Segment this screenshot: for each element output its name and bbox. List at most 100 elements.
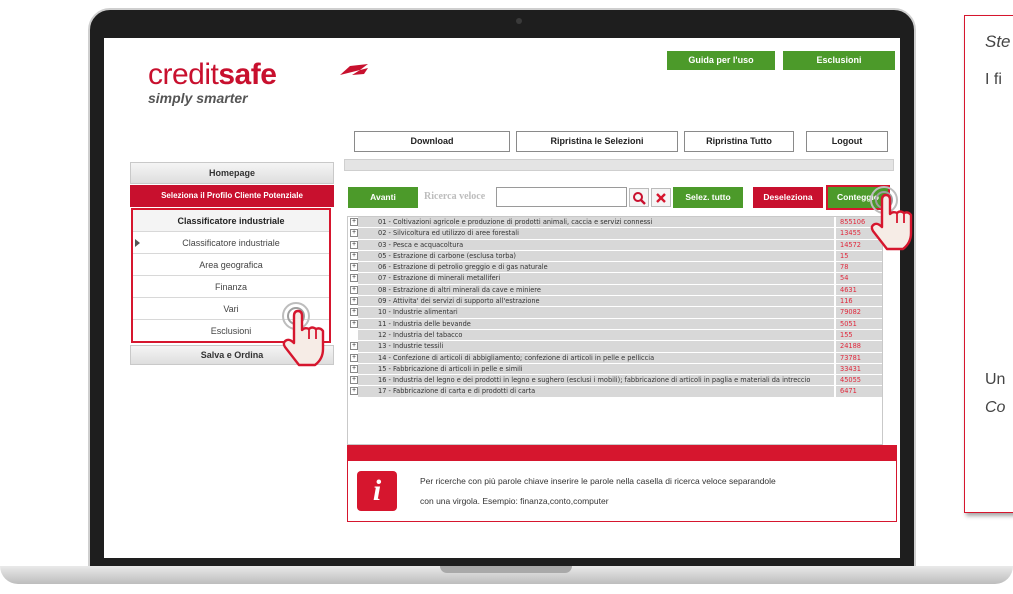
- pointer-hand-icon: [870, 186, 913, 251]
- row-count: 45055: [836, 375, 882, 386]
- callout-title: Ste: [985, 32, 1011, 51]
- row-count: 155: [836, 329, 882, 341]
- expand-icon[interactable]: +: [350, 319, 358, 328]
- expand-icon[interactable]: +: [350, 274, 358, 283]
- expand-icon[interactable]: +: [350, 342, 358, 351]
- table-row[interactable]: +13 - Industrie tessili 24188: [348, 341, 882, 353]
- table-row[interactable]: +11 - Industria delle bevande 5051: [348, 318, 882, 330]
- callout-text-2: Un: [985, 371, 1006, 388]
- table-row[interactable]: +09 - Attivita' dei servizi di supporto …: [348, 296, 882, 308]
- header-divider: [344, 159, 894, 171]
- exclusions-button[interactable]: Esclusioni: [783, 51, 895, 70]
- row-count: 4631: [836, 284, 882, 296]
- instruction-callout: Ste I fi Un Co: [964, 15, 1013, 513]
- logo-tagline: simply smarter: [148, 90, 248, 106]
- info-text-line2: con una virgola. Esempio: finanza,conto,…: [420, 496, 609, 506]
- clear-search-button[interactable]: [651, 188, 671, 207]
- laptop-notch: [440, 566, 572, 573]
- callout-text-1: I fi: [985, 71, 1002, 88]
- laptop-camera: [516, 18, 522, 24]
- row-label: 03 - Pesca e acquacoltura: [378, 240, 464, 249]
- sidebar-item-industrial-classifier[interactable]: Classificatore industriale: [133, 232, 329, 254]
- row-label: 10 - Industrie alimentari: [378, 308, 458, 317]
- row-count: 24188: [836, 341, 882, 352]
- close-icon: [656, 193, 666, 203]
- row-label: 08 - Estrazione di altri minerali da cav…: [378, 285, 541, 294]
- row-label: 09 - Attivita' dei servizi di supporto a…: [378, 297, 540, 306]
- expand-icon[interactable]: +: [350, 285, 358, 294]
- row-label: 07 - Estrazione di minerali metalliferi: [378, 274, 501, 283]
- row-label: 15 - Fabbricazione di articoli in pelle …: [378, 364, 523, 373]
- logo-wordmark: creditsafe: [148, 58, 277, 92]
- sidebar-homepage[interactable]: Homepage: [130, 162, 334, 184]
- download-button[interactable]: Download: [354, 131, 510, 152]
- reset-selections-button[interactable]: Ripristina le Selezioni: [516, 131, 678, 152]
- row-count: 78: [836, 262, 882, 273]
- info-box: i Per ricerche con più parole chiave ins…: [347, 460, 897, 522]
- row-label: 16 - Industria del legno e dei prodotti …: [378, 376, 811, 385]
- row-count: 54: [836, 273, 882, 284]
- table-row[interactable]: +05 - Estrazione di carbone (esclusa tor…: [348, 250, 882, 263]
- row-count: 6471: [836, 386, 882, 397]
- creditsafe-logo: creditsafe simply smarter: [148, 58, 368, 106]
- expand-icon[interactable]: +: [350, 251, 358, 260]
- table-row[interactable]: +17 - Fabbricazione di carta e di prodot…: [348, 386, 882, 398]
- expand-icon[interactable]: +: [350, 364, 358, 373]
- expand-icon[interactable]: +: [350, 353, 358, 362]
- expand-icon[interactable]: +: [350, 218, 358, 226]
- table-row[interactable]: +08 - Estrazione di altri minerali da ca…: [348, 284, 882, 297]
- expand-icon[interactable]: +: [350, 376, 358, 385]
- pointer-hand-icon: [282, 302, 325, 367]
- guide-button[interactable]: Guida per l'uso: [667, 51, 775, 70]
- expand-icon[interactable]: +: [350, 263, 358, 272]
- row-label: 01 - Coltivazioni agricole e produzione …: [378, 218, 653, 226]
- table-row[interactable]: +10 - Industrie alimentari 79082: [348, 307, 882, 319]
- table-row[interactable]: +03 - Pesca e acquacoltura 14572: [348, 239, 882, 251]
- reset-all-button[interactable]: Ripristina Tutto: [684, 131, 794, 152]
- table-row[interactable]: +16 - Industria del legno e dei prodotti…: [348, 375, 882, 387]
- table-row[interactable]: +14 - Confezione di articoli di abbiglia…: [348, 352, 882, 364]
- quick-search-label: Ricerca veloce: [424, 191, 486, 202]
- row-label: 17 - Fabbricazione di carta e di prodott…: [378, 387, 536, 396]
- table-row[interactable]: +15 - Fabbricazione di articoli in pelle…: [348, 363, 882, 376]
- search-button[interactable]: [629, 188, 649, 207]
- sidebar-item-label: Classificatore industriale: [182, 238, 280, 248]
- expand-icon[interactable]: +: [350, 297, 358, 306]
- row-count: 73781: [836, 352, 882, 363]
- sidebar-item-finance[interactable]: Finanza: [133, 276, 329, 298]
- logo-text-safe: safe: [218, 58, 277, 91]
- table-row[interactable]: +06 - Estrazione di petrolio greggio e d…: [348, 262, 882, 274]
- row-label: 05 - Estrazione di carbone (esclusa torb…: [378, 251, 517, 260]
- expand-icon[interactable]: +: [350, 308, 358, 317]
- logout-button[interactable]: Logout: [806, 131, 888, 152]
- table-row[interactable]: +01 - Coltivazioni agricole e produzione…: [348, 217, 882, 229]
- row-label: 02 - Silvicoltura ed utilizzo di aree fo…: [378, 229, 519, 238]
- expand-icon[interactable]: +: [350, 387, 358, 396]
- row-count: 79082: [836, 307, 882, 318]
- table-row[interactable]: +02 - Silvicoltura ed utilizzo di aree f…: [348, 228, 882, 240]
- info-icon: i: [357, 471, 397, 511]
- row-label: 12 - Industria del tabacco: [378, 330, 463, 339]
- search-icon: [633, 192, 646, 205]
- info-text: Per ricerche con più parole chiave inser…: [420, 471, 890, 511]
- industry-table: +01 - Coltivazioni agricole e produzione…: [347, 216, 883, 445]
- quick-search-input[interactable]: [496, 187, 627, 207]
- sidebar-selected-profile[interactable]: Seleziona il Profilo Cliente Potenziale: [130, 185, 334, 207]
- table-row[interactable]: +07 - Estrazione di minerali metalliferi…: [348, 273, 882, 285]
- expand-icon[interactable]: +: [350, 240, 358, 249]
- select-all-button[interactable]: Selez. tutto: [673, 187, 743, 208]
- caret-right-icon: [135, 239, 140, 247]
- row-count: 116: [836, 296, 882, 307]
- row-count: 33431: [836, 363, 882, 375]
- table-row[interactable]: 12 - Industria del tabacco 155: [348, 329, 882, 342]
- logo-text-credit: credit: [148, 58, 219, 91]
- expand-icon[interactable]: +: [350, 229, 358, 238]
- row-label: 06 - Estrazione di petrolio greggio e di…: [378, 263, 548, 272]
- sidebar-item-industrial-classifier-header[interactable]: Classificatore industriale: [133, 210, 329, 232]
- row-label: 13 - Industrie tessili: [378, 342, 444, 351]
- info-text-line1: Per ricerche con più parole chiave inser…: [420, 476, 776, 486]
- forward-button[interactable]: Avanti: [348, 187, 418, 208]
- deselect-button[interactable]: Deseleziona: [753, 187, 823, 208]
- callout-text-3: Co: [985, 399, 1006, 416]
- sidebar-item-geographic-area[interactable]: Area geografica: [133, 254, 329, 276]
